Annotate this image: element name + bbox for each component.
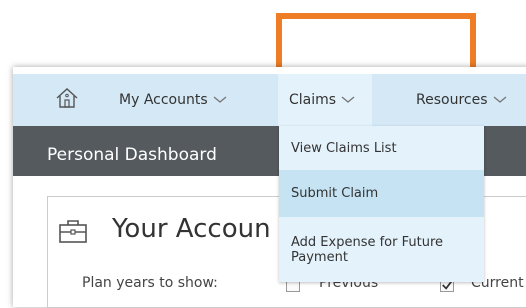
nav-item-claims[interactable]: Claims — [289, 92, 355, 108]
nav-item-label: My Accounts — [119, 92, 208, 108]
chevron-down-icon — [341, 96, 355, 103]
chevron-down-icon — [213, 96, 227, 103]
home-icon[interactable] — [55, 86, 79, 110]
page-title: Personal Dashboard — [47, 145, 217, 165]
claims-dropdown-menu: View Claims List Submit Claim Add Expens… — [279, 126, 484, 282]
nav-item-my-accounts[interactable]: My Accounts — [119, 92, 227, 108]
menu-item-label: Add Expense for Future Payment — [291, 234, 444, 265]
chevron-down-icon — [493, 96, 506, 103]
nav-item-resources[interactable]: Resources — [416, 92, 507, 108]
menu-item-label: View Claims List — [291, 140, 397, 156]
menu-item-label: Submit Claim — [291, 186, 379, 201]
plan-years-label: Plan years to show: — [82, 275, 218, 291]
menu-item-view-claims-list[interactable]: View Claims List — [279, 126, 484, 170]
nav-item-label: Claims — [289, 92, 337, 108]
menu-item-submit-claim[interactable]: Submit Claim — [279, 170, 484, 217]
card-title: Your Accoun — [112, 214, 271, 244]
menu-item-add-expense-future-payment[interactable]: Add Expense for Future Payment — [279, 217, 484, 282]
nav-item-label: Resources — [416, 92, 488, 108]
briefcase-icon — [59, 220, 87, 243]
